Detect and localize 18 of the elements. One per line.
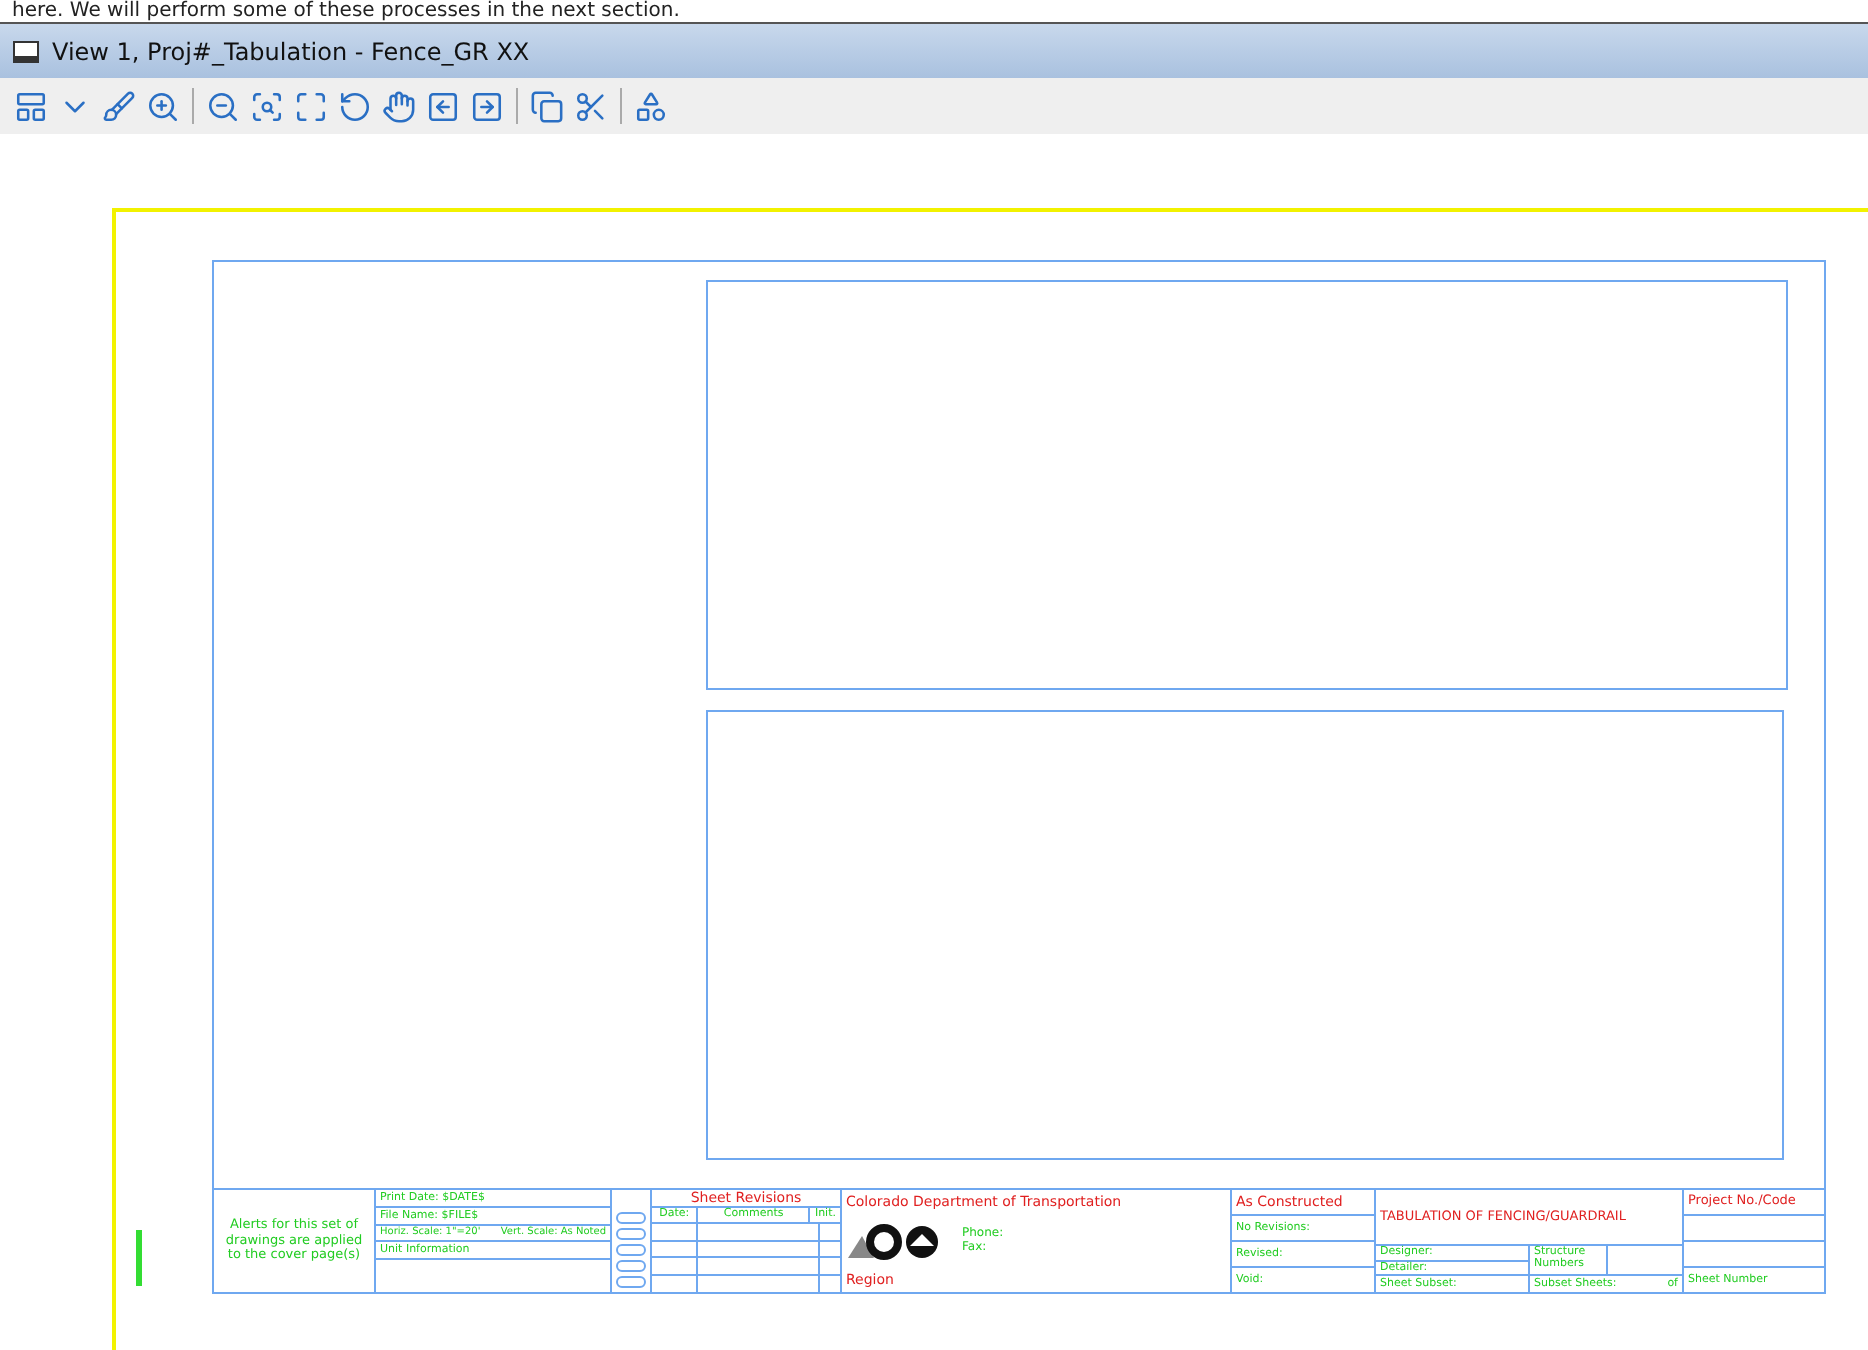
window-icon xyxy=(12,39,40,63)
fit-view-icon xyxy=(294,89,328,123)
window-title: View 1, Proj#_Tabulation - Fence_GR XX xyxy=(52,37,530,65)
zoom-out-icon xyxy=(206,89,240,123)
copy-view-icon xyxy=(530,89,564,123)
scissors-icon xyxy=(574,89,608,123)
zoom-in-icon xyxy=(146,89,180,123)
brush-icon xyxy=(102,89,136,123)
rotate-icon xyxy=(338,89,372,123)
pan-icon xyxy=(382,89,416,123)
copy-view-button[interactable] xyxy=(528,86,566,126)
pan-button[interactable] xyxy=(380,86,418,126)
window-area-icon xyxy=(250,89,284,123)
view-attributes-icon xyxy=(634,89,668,123)
previous-view-icon xyxy=(426,89,460,123)
view-groups-icon xyxy=(14,89,48,123)
brush-button[interactable] xyxy=(100,86,138,126)
next-view-icon xyxy=(470,89,504,123)
